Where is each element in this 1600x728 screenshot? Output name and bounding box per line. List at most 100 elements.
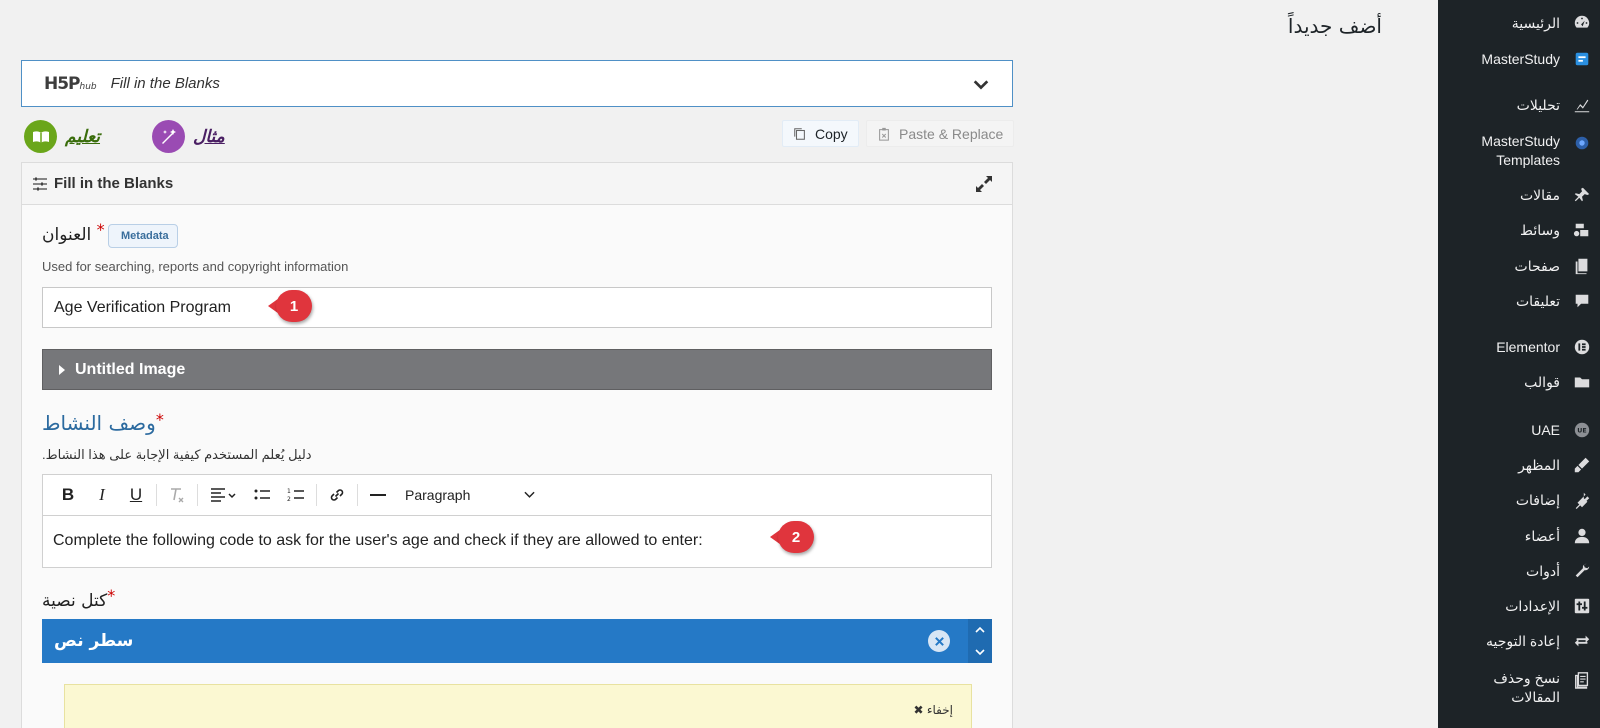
align-dropdown[interactable] <box>201 480 245 510</box>
title-description: Used for searching, reports and copyrigh… <box>42 259 349 274</box>
fullscreen-icon[interactable] <box>974 174 994 194</box>
users-icon <box>1570 526 1594 546</box>
sidebar-item-label: MasterStudy <box>1481 50 1560 67</box>
sidebar-item-label: تحليلات <box>1516 96 1560 113</box>
copy-button[interactable]: Copy <box>782 120 859 147</box>
underline-button[interactable]: U <box>119 480 153 510</box>
clipboard-icon <box>879 127 889 141</box>
rich-text-editor: B I U 12 Paragraph Complete the followin… <box>42 474 992 568</box>
hide-toggle[interactable]: ✖ إخفاء <box>913 703 953 717</box>
copy-icon <box>794 127 805 140</box>
dashboard-icon <box>1570 13 1594 33</box>
copy-delete-icon <box>1570 670 1594 690</box>
sidebar-item-settings[interactable]: الإعدادات <box>1438 596 1600 616</box>
bold-button[interactable]: B <box>51 480 85 510</box>
sidebar-item-label: أعضاء <box>1524 527 1560 544</box>
sidebar-item-label: MasterStudy Templates <box>1481 133 1560 168</box>
pages-icon <box>1570 256 1594 276</box>
uae-icon: UE <box>1570 420 1594 440</box>
elementor-icon <box>1570 337 1594 357</box>
sidebar-item-label: تعليقات <box>1515 292 1560 309</box>
pin-icon <box>1570 185 1594 205</box>
comments-icon <box>1570 291 1594 311</box>
sidebar-item-templates[interactable]: MasterStudy Templates <box>1438 131 1600 171</box>
sidebar-item-media[interactable]: وسائط <box>1438 220 1600 240</box>
analytics-icon <box>1570 95 1594 115</box>
numbered-list-icon[interactable]: 12 <box>279 480 313 510</box>
editor-panel: Fill in the Blanks العنوان * Metadata Us… <box>21 162 1013 728</box>
clear-format-icon[interactable] <box>160 480 194 510</box>
text-blocks-label: كتل نصية* <box>42 586 116 611</box>
sidebar-item-users[interactable]: أعضاء <box>1438 526 1600 546</box>
h5p-hub-selector[interactable]: H5Phub Fill in the Blanks <box>21 60 1013 107</box>
paste-replace-button[interactable]: Paste & Replace <box>866 120 1015 147</box>
sidebar-item-label: UAE <box>1531 421 1560 438</box>
admin-sidebar: الرئيسية MasterStudy تحليلات MasterStudy… <box>1438 0 1600 728</box>
hub-content-type: Fill in the Blanks <box>110 75 220 92</box>
sidebar-item-label: أدوات <box>1526 562 1560 579</box>
sidebar-item-plugins[interactable]: إضافات <box>1438 490 1600 510</box>
move-up-icon[interactable] <box>975 625 985 635</box>
list-settings-icon <box>33 177 47 190</box>
panel-header: Fill in the Blanks <box>22 163 1012 205</box>
bulleted-list-icon[interactable] <box>245 480 279 510</box>
sidebar-item-posts[interactable]: مقالات <box>1438 185 1600 205</box>
sidebar-item-comments[interactable]: تعليقات <box>1438 291 1600 311</box>
text-block-header[interactable]: سطر نص <box>42 619 992 663</box>
sidebar-item-analytics[interactable]: تحليلات <box>1438 95 1600 115</box>
task-description-label: وصف النشاط* <box>42 410 164 435</box>
metadata-button[interactable]: Metadata <box>108 224 178 248</box>
paragraph-format-select[interactable]: Paragraph <box>405 487 535 503</box>
sidebar-item-appearance[interactable]: المظهر <box>1438 455 1600 475</box>
task-description-help: دليل يُعلم المستخدم كيفية الإجابة على هذ… <box>42 447 312 462</box>
sidebar-item-label: الرئيسية <box>1511 14 1560 31</box>
h5p-hub-logo: H5Phub <box>44 73 97 94</box>
folder-icon <box>1570 372 1594 392</box>
sidebar-item-label: نسخ وحذف المقالات <box>1493 670 1560 705</box>
appearance-icon <box>1570 455 1594 475</box>
editor-content[interactable]: Complete the following code to ask for t… <box>43 516 991 566</box>
sidebar-item-label: قوالب <box>1524 373 1560 390</box>
book-icon <box>24 120 57 153</box>
panel-title: Fill in the Blanks <box>54 175 174 192</box>
chevron-down-icon <box>524 491 535 498</box>
templates-icon <box>1570 133 1594 153</box>
image-group-toggle[interactable]: Untitled Image <box>42 349 992 390</box>
sidebar-item-elementor[interactable]: Elementor <box>1438 337 1600 357</box>
sidebar-item-pages[interactable]: صفحات <box>1438 256 1600 276</box>
svg-text:UE: UE <box>1577 428 1586 435</box>
example-link[interactable]: مثال <box>152 120 225 153</box>
sidebar-item-label: إضافات <box>1515 491 1560 508</box>
media-icon <box>1570 220 1594 240</box>
text-block-body: ✖ إخفاء <box>64 684 972 728</box>
sidebar-item-templates-folder[interactable]: قوالب <box>1438 372 1600 392</box>
move-down-icon[interactable] <box>975 647 985 657</box>
editor-toolbar: B I U 12 Paragraph <box>43 475 991 516</box>
svg-text:1: 1 <box>287 488 291 495</box>
sidebar-item-label: إعادة التوجيه <box>1486 632 1560 649</box>
title-label: العنوان * <box>42 220 105 245</box>
redirect-icon <box>1570 631 1594 651</box>
sidebar-item-label: المظهر <box>1518 456 1560 473</box>
sidebar-item-dashboard[interactable]: الرئيسية <box>1438 13 1600 33</box>
magic-wand-icon <box>152 120 185 153</box>
link-icon[interactable] <box>320 480 354 510</box>
tools-icon <box>1570 561 1594 581</box>
horizontal-line-icon[interactable] <box>361 480 395 510</box>
sidebar-item-label: مقالات <box>1519 186 1560 203</box>
callout-2: 2 <box>770 521 814 553</box>
tutorial-link[interactable]: تعليم <box>24 120 100 153</box>
sidebar-item-copy-delete[interactable]: نسخ وحذف المقالات <box>1438 668 1600 708</box>
callout-1: 1 <box>268 290 312 322</box>
sidebar-item-redirect[interactable]: إعادة التوجيه <box>1438 631 1600 651</box>
italic-button[interactable]: I <box>85 480 119 510</box>
sidebar-item-uae[interactable]: UAE UE <box>1438 420 1600 440</box>
title-input[interactable]: Age Verification Program <box>42 287 992 328</box>
sidebar-item-masterstudy[interactable]: MasterStudy <box>1438 49 1600 69</box>
sidebar-item-tools[interactable]: أدوات <box>1438 561 1600 581</box>
remove-icon[interactable] <box>928 630 950 652</box>
plugins-icon <box>1570 490 1594 510</box>
sidebar-item-label: Elementor <box>1496 338 1560 355</box>
chevron-down-icon[interactable] <box>972 75 990 93</box>
sidebar-item-label: وسائط <box>1520 221 1560 238</box>
